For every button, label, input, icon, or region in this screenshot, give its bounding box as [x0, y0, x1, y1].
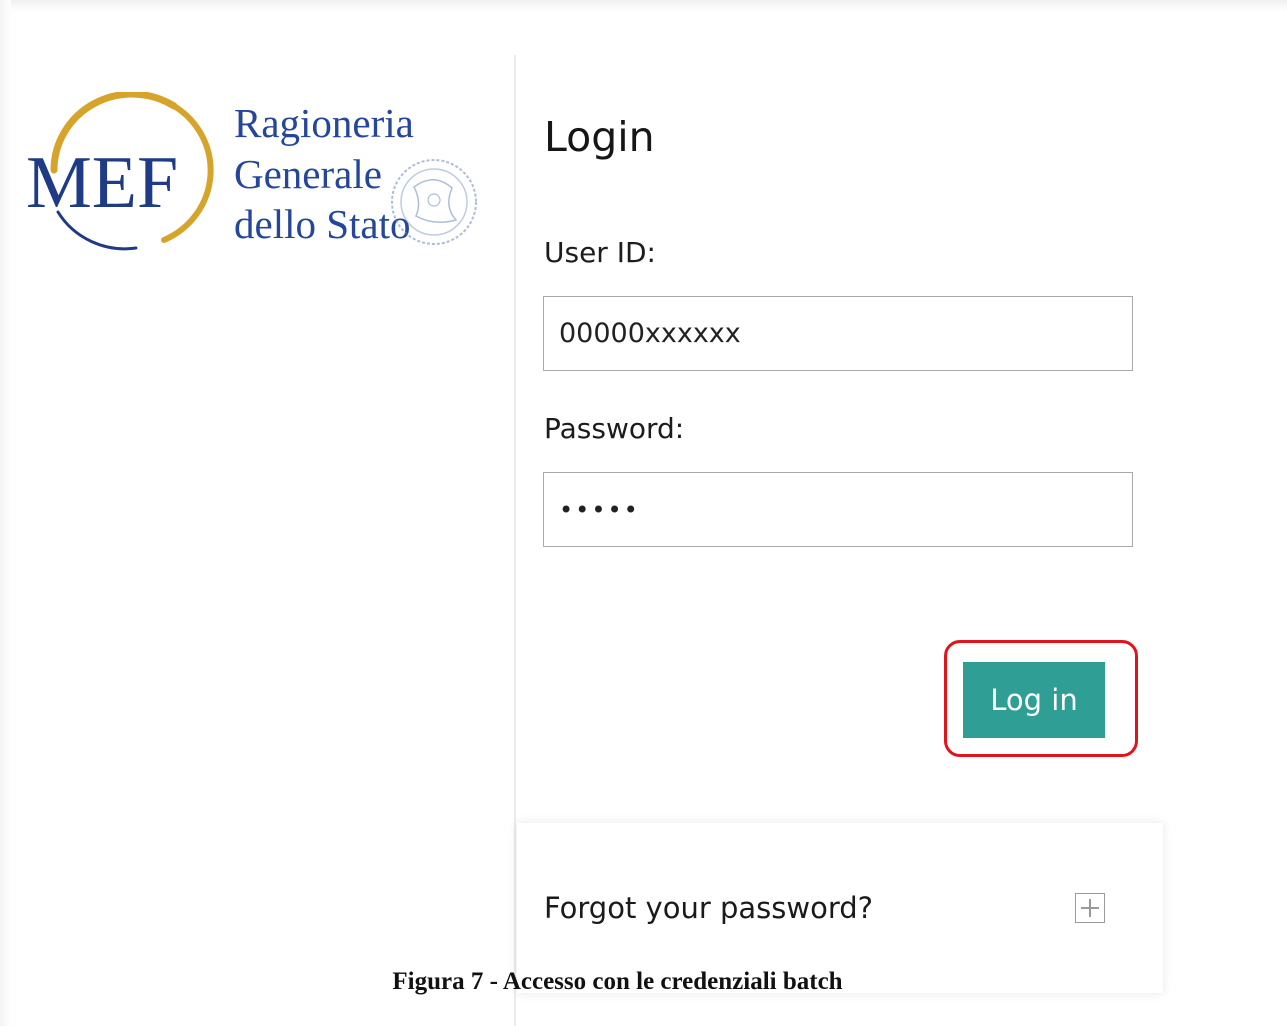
forgot-password-label[interactable]: Forgot your password?: [544, 891, 873, 925]
login-button[interactable]: Log in: [963, 662, 1105, 738]
panel-divider: [514, 55, 516, 1026]
figure-caption: Figura 7 - Accesso con le credenziali ba…: [392, 968, 843, 995]
plus-square-icon[interactable]: [1075, 893, 1105, 923]
login-title: Login: [544, 113, 655, 161]
user-id-label: User ID:: [544, 236, 656, 269]
password-label: Password:: [544, 412, 685, 445]
password-input[interactable]: [543, 472, 1133, 547]
logo-line-1: Ragioneria: [234, 100, 414, 146]
logo-line-3: dello Stato: [234, 201, 411, 247]
logo-line-2: Generale: [234, 151, 382, 197]
left-shadow: [0, 0, 11, 1026]
user-id-input[interactable]: [543, 296, 1133, 371]
mef-rgs-logo: MEF Ragioneria Generale dello Stato: [24, 92, 484, 262]
top-shadow: [0, 0, 1287, 12]
logo-mark: MEF: [26, 142, 178, 224]
